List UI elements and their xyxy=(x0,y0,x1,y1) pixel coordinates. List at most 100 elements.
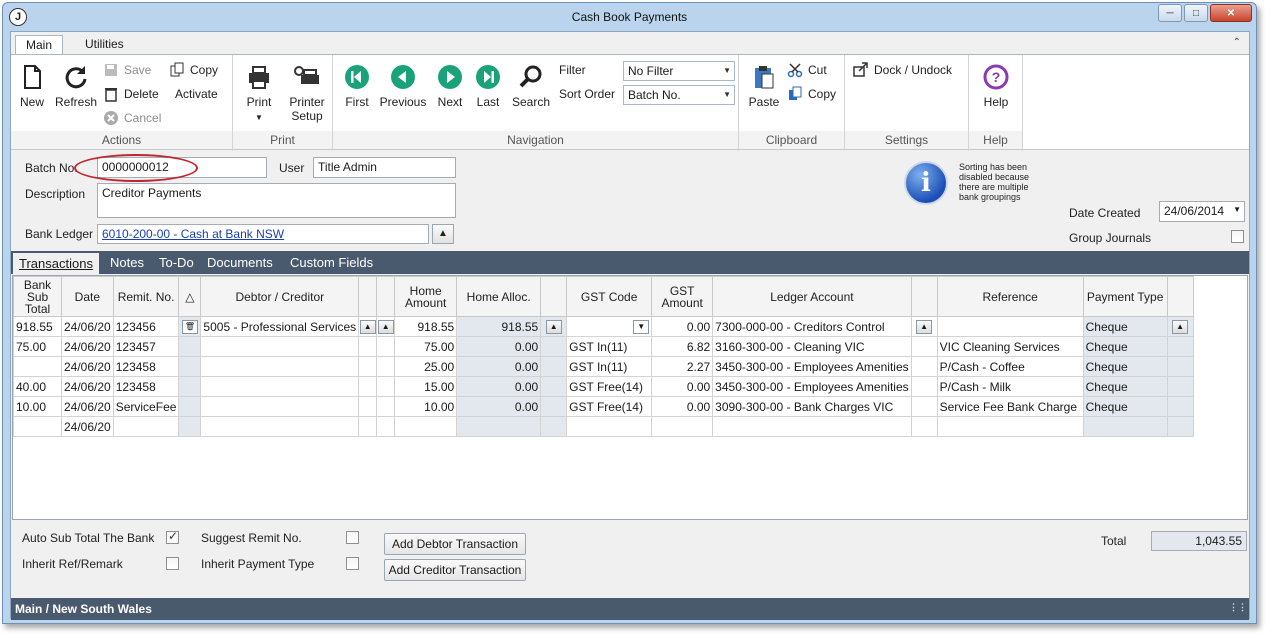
alloc-button-cell[interactable] xyxy=(540,356,568,377)
search-button[interactable]: Search xyxy=(511,63,551,109)
tab-todo[interactable]: To-Do xyxy=(159,255,194,270)
copy-button[interactable]: Copy xyxy=(787,85,836,103)
payment-button-cell[interactable] xyxy=(1166,376,1194,397)
cell-amount[interactable]: 25.00 xyxy=(394,356,458,377)
printer-setup-button[interactable]: Printer Setup xyxy=(285,63,329,123)
cell-payment-type[interactable]: Cheque xyxy=(1082,396,1168,417)
cell-ledger[interactable]: 3090-300-00 - Bank Charges VIC xyxy=(712,396,912,417)
cell-gst-code[interactable]: GST In(11) xyxy=(566,356,653,377)
party-lookup-cell[interactable] xyxy=(358,356,378,377)
party-detail-cell[interactable] xyxy=(376,416,396,437)
cell-reference[interactable]: P/Cash - Coffee xyxy=(936,356,1084,377)
cell-gst-amount[interactable]: 0.00 xyxy=(651,316,714,337)
cell-reference[interactable] xyxy=(936,416,1084,437)
payment-button-cell[interactable] xyxy=(1166,396,1194,417)
cell-gst-code[interactable]: ▼ xyxy=(566,316,653,337)
col-remit-no[interactable]: Remit. No. xyxy=(112,276,180,317)
party-lookup-cell[interactable] xyxy=(358,336,378,357)
chevron-up-icon[interactable]: ▲ xyxy=(916,319,933,334)
maximize-button[interactable]: □ xyxy=(1184,4,1208,22)
cell-subtotal[interactable]: 40.00 xyxy=(13,376,62,397)
next-button[interactable]: Next xyxy=(435,63,465,109)
minimize-button[interactable]: ─ xyxy=(1158,4,1182,22)
cancel-button[interactable]: Cancel xyxy=(103,109,161,127)
bank-ledger-field[interactable]: 6010-200-00 - Cash at Bank NSW xyxy=(97,224,429,244)
chevron-up-icon[interactable]: ▲ xyxy=(377,319,394,334)
table-row[interactable]: 24/06/20 123458 25.00 0.00 GST In(11) 2.27 345… xyxy=(13,356,1194,377)
cell-alloc[interactable]: 0.00 xyxy=(456,376,542,397)
col-sort-indicator[interactable]: △ xyxy=(178,276,202,317)
row-action-cell[interactable] xyxy=(178,416,202,437)
cell-reference[interactable]: VIC Cleaning Services xyxy=(936,336,1084,357)
cell-reference[interactable] xyxy=(936,316,1084,337)
alloc-button-cell[interactable] xyxy=(540,396,568,417)
cell-ledger[interactable]: 3160-300-00 - Cleaning VIC xyxy=(712,336,912,357)
payment-button-cell[interactable] xyxy=(1166,336,1194,357)
cell-party[interactable]: 5005 - Professional Services xyxy=(200,316,360,337)
inherit-ref-checkbox[interactable] xyxy=(166,557,179,570)
delete-button[interactable]: Delete xyxy=(103,85,159,103)
cell-gst-code[interactable]: GST Free(14) xyxy=(566,396,653,417)
cell-reference[interactable]: P/Cash - Milk xyxy=(936,376,1084,397)
table-row[interactable]: 24/06/20 xyxy=(13,416,1194,437)
ledger-lookup-cell[interactable] xyxy=(910,416,938,437)
col-gst-amount[interactable]: GST Amount xyxy=(651,276,714,317)
cell-reference[interactable]: Service Fee Bank Charge xyxy=(936,396,1084,417)
tab-main[interactable]: Main xyxy=(15,35,64,55)
cell-alloc[interactable]: 918.55 xyxy=(456,316,542,337)
col-reference[interactable]: Reference xyxy=(936,276,1084,317)
cell-payment-type[interactable]: Cheque xyxy=(1082,336,1168,357)
col-bank-sub-total[interactable]: Bank Sub Total xyxy=(13,276,62,317)
date-created-field[interactable]: 24/06/2014 ▼ xyxy=(1159,201,1245,222)
cell-date[interactable]: 24/06/20 xyxy=(61,396,114,417)
sort-order-select[interactable]: Batch No. ▼ xyxy=(623,85,735,105)
cell-gst-amount[interactable]: 0.00 xyxy=(651,396,714,417)
close-button[interactable]: ✕ xyxy=(1210,4,1252,22)
cell-subtotal[interactable]: 75.00 xyxy=(13,336,62,357)
cell-alloc[interactable] xyxy=(456,416,542,437)
party-lookup-cell[interactable] xyxy=(358,396,378,417)
cell-party[interactable] xyxy=(200,416,360,437)
cell-alloc[interactable]: 0.00 xyxy=(456,336,542,357)
cell-payment-type[interactable]: Cheque xyxy=(1082,376,1168,397)
party-lookup-cell[interactable] xyxy=(358,376,378,397)
cell-remit[interactable] xyxy=(112,416,180,437)
cell-amount[interactable]: 15.00 xyxy=(394,376,458,397)
tab-utilities[interactable]: Utilities xyxy=(75,35,134,55)
row-action-cell[interactable]: 🗑 xyxy=(178,316,202,337)
cell-gst-amount[interactable]: 2.27 xyxy=(651,356,714,377)
user-field[interactable]: Title Admin xyxy=(313,157,456,178)
transactions-grid[interactable]: Bank Sub Total Date Remit. No. △ Debtor … xyxy=(12,275,1248,520)
tab-transactions[interactable]: Transactions xyxy=(13,251,99,274)
alloc-button-cell[interactable] xyxy=(540,336,568,357)
cell-date[interactable]: 24/06/20 xyxy=(61,356,114,377)
party-detail-cell[interactable] xyxy=(376,356,396,377)
cell-date[interactable]: 24/06/20 xyxy=(61,416,114,437)
ledger-lookup-cell[interactable]: ▲ xyxy=(910,316,938,337)
col-home-alloc[interactable]: Home Alloc. xyxy=(456,276,542,317)
cell-remit[interactable]: 123458 xyxy=(112,376,180,397)
cell-amount[interactable]: 10.00 xyxy=(394,396,458,417)
help-button[interactable]: ? Help xyxy=(979,63,1013,109)
alloc-button-cell[interactable] xyxy=(540,376,568,397)
auto-sub-total-checkbox[interactable] xyxy=(166,529,179,544)
ledger-lookup-cell[interactable] xyxy=(910,396,938,417)
trash-icon[interactable]: 🗑 xyxy=(181,319,198,334)
cut-button[interactable]: Cut xyxy=(787,61,827,79)
add-creditor-transaction-button[interactable]: Add Creditor Transaction xyxy=(384,559,526,581)
payment-button-cell[interactable] xyxy=(1166,356,1194,377)
cell-remit[interactable]: 123457 xyxy=(112,336,180,357)
ledger-lookup-cell[interactable] xyxy=(910,356,938,377)
col-date[interactable]: Date xyxy=(61,276,114,317)
party-detail-cell[interactable] xyxy=(376,376,396,397)
cell-date[interactable]: 24/06/20 xyxy=(61,336,114,357)
ledger-lookup-cell[interactable] xyxy=(910,376,938,397)
cell-gst-code[interactable] xyxy=(566,416,653,437)
cell-gst-amount[interactable]: 0.00 xyxy=(651,376,714,397)
cell-remit[interactable]: 123458 xyxy=(112,356,180,377)
filter-select[interactable]: No Filter ▼ xyxy=(623,61,735,81)
description-field[interactable]: Creditor Payments xyxy=(97,183,456,218)
resize-grip-icon[interactable]: ⋮⋮ xyxy=(1229,596,1247,618)
suggest-remit-checkbox[interactable] xyxy=(346,531,359,544)
gst-code-dropdown-icon[interactable]: ▼ xyxy=(633,320,650,334)
